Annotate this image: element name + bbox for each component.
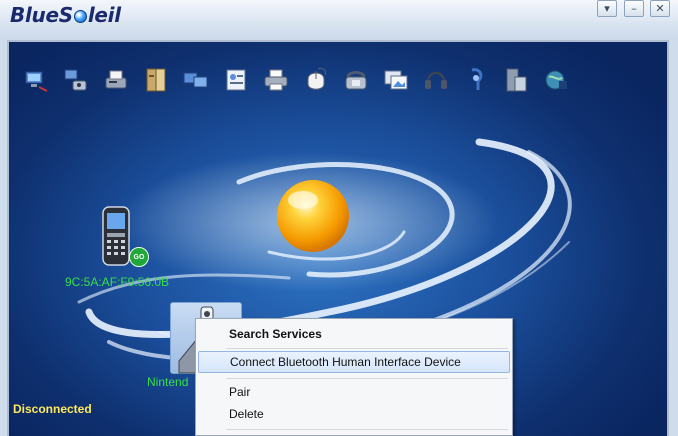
fax-icon[interactable] <box>102 66 130 94</box>
sync-icon[interactable] <box>502 66 530 94</box>
lan-access-icon[interactable] <box>182 66 210 94</box>
audio-gateway-icon[interactable] <box>462 66 490 94</box>
headset-icon[interactable] <box>422 66 450 94</box>
menu-item-search-services[interactable]: Search Services <box>198 323 510 345</box>
telephony-icon[interactable] <box>342 66 370 94</box>
bluesoleil-logo: BlueS leil <box>10 3 121 27</box>
chevron-down-icon: ▾ <box>604 2 610 15</box>
bluetooth-globe-icon[interactable] <box>542 66 570 94</box>
personal-area-network-icon[interactable] <box>222 66 250 94</box>
menu-separator <box>226 348 508 349</box>
printer-icon[interactable] <box>262 66 290 94</box>
title-bar: BlueS leil ▾ – ✕ <box>0 0 678 40</box>
logo-orb-icon <box>73 10 87 23</box>
close-button[interactable]: ✕ <box>650 0 670 17</box>
menu-item-pair[interactable]: Pair <box>198 381 510 403</box>
network-icon[interactable] <box>22 66 50 94</box>
menu-item-delete[interactable]: Delete <box>198 403 510 425</box>
minimize-button[interactable]: – <box>624 0 644 17</box>
menu-dropdown-button[interactable]: ▾ <box>597 0 617 17</box>
menu-item-connect-hid[interactable]: Connect Bluetooth Human Interface Device <box>198 351 510 373</box>
file-transfer-icon[interactable] <box>142 66 170 94</box>
nintendo-device-label: Nintend <box>147 375 189 389</box>
menu-separator <box>226 429 508 430</box>
logo-text-start: BlueS <box>10 3 73 27</box>
connected-badge-icon: GO <box>129 247 149 267</box>
phone-device-label: 9C:5A:AF:F9:56:0B <box>65 275 170 289</box>
image-transfer-icon[interactable] <box>382 66 410 94</box>
minimize-icon: – <box>631 2 637 15</box>
hid-mouse-icon[interactable] <box>302 66 330 94</box>
dialup-icon[interactable] <box>62 66 90 94</box>
local-device-orb-icon <box>277 180 349 252</box>
close-icon: ✕ <box>655 2 665 15</box>
device-context-menu: Search Services Connect Bluetooth Human … <box>195 318 513 436</box>
menu-separator <box>226 378 508 379</box>
phone-device[interactable]: GO <box>97 205 149 273</box>
logo-text-end: leil <box>87 3 121 27</box>
connection-status: Disconnected <box>13 402 92 416</box>
